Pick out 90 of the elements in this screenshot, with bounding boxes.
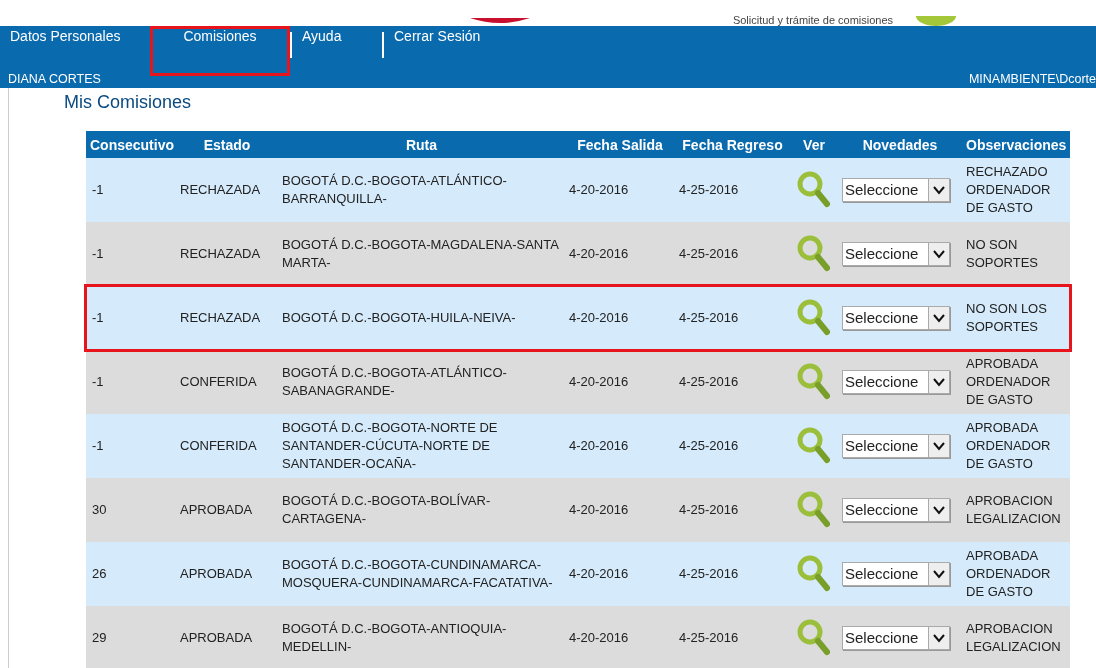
novedades-select[interactable]: Seleccione — [842, 626, 950, 650]
caret-icon — [928, 371, 949, 393]
table-cell: 4-20-2016 — [565, 478, 675, 542]
novedades-select[interactable]: Seleccione — [842, 434, 950, 458]
nav-link[interactable]: Cerrar Sesión — [384, 26, 534, 44]
table-cell: APROBADA ORDENADOR DE GASTO — [962, 542, 1070, 606]
table-cell: BOGOTÁ D.C.-BOGOTA-ATLÁNTICO-SABANAGRANDE- — [278, 350, 565, 414]
novedades-select[interactable]: Seleccione — [842, 178, 950, 202]
table-cell: 4-25-2016 — [675, 414, 790, 478]
table-cell: 29 — [86, 606, 176, 668]
search-icon[interactable] — [797, 235, 831, 273]
column-header: Ruta — [278, 131, 565, 158]
table-cell: APROBADA — [176, 606, 278, 668]
column-header: Novedades — [838, 131, 962, 158]
table-cell: APROBADA — [176, 478, 278, 542]
table-cell: 4-25-2016 — [675, 222, 790, 286]
search-icon[interactable] — [797, 363, 831, 401]
search-icon[interactable] — [797, 171, 831, 209]
table-cell: RECHAZADA — [176, 222, 278, 286]
search-icon[interactable] — [797, 299, 831, 337]
table-cell: BOGOTÁ D.C.-BOGOTA-ATLÁNTICO-BARRANQUILLA- — [278, 158, 565, 222]
table-cell: 4-20-2016 — [565, 350, 675, 414]
table-cell: BOGOTÁ D.C.-BOGOTA-NORTE DE SANTANDER-CÚCUTA-NORTE DE SANTANDER-OCAÑA- — [278, 414, 565, 478]
novedades-select[interactable]: Seleccione — [842, 498, 950, 522]
column-header: Fecha Regreso — [675, 131, 790, 158]
search-icon[interactable] — [797, 619, 831, 657]
table-cell: NO SON SOPORTES — [962, 222, 1070, 286]
caret-icon — [928, 179, 949, 201]
table-cell: 4-25-2016 — [675, 606, 790, 668]
caret-icon — [928, 307, 949, 329]
novedades-select[interactable]: Seleccione — [842, 370, 950, 394]
table-cell: APROBACION LEGALIZACION — [962, 478, 1070, 542]
table-cell: RECHAZADO ORDENADOR DE GASTO — [962, 158, 1070, 222]
table-cell: APROBACION LEGALIZACION — [962, 606, 1070, 668]
caret-icon — [928, 499, 949, 521]
nav-link[interactable]: Ayuda — [292, 26, 382, 44]
table-cell: -1 — [86, 414, 176, 478]
nav-link[interactable]: Datos Personales — [0, 26, 150, 44]
page-title: Mis Comisiones — [64, 92, 193, 113]
table-cell: -1 — [86, 158, 176, 222]
table-cell: 30 — [86, 478, 176, 542]
table-cell: 4-25-2016 — [675, 158, 790, 222]
search-icon[interactable] — [797, 491, 831, 529]
user-name: DIANA CORTES — [8, 72, 101, 86]
header-subtitle: Solicitud y trámite de comisiones — [732, 14, 894, 26]
caret-icon — [928, 243, 949, 265]
caret-icon — [928, 563, 949, 585]
table-cell: NO SON LOS SOPORTES — [962, 286, 1070, 350]
table-cell: 4-25-2016 — [675, 542, 790, 606]
table-cell: BOGOTÁ D.C.-BOGOTA-ANTIOQUIA-MEDELLIN- — [278, 606, 565, 668]
novedades-select[interactable]: Seleccione — [842, 242, 950, 266]
column-header: Fecha Salida — [565, 131, 675, 158]
table-cell: RECHAZADA — [176, 286, 278, 350]
logo-fragment-icon — [470, 18, 530, 26]
search-icon[interactable] — [797, 427, 831, 465]
table-cell: APROBADA — [176, 542, 278, 606]
table-cell: 4-20-2016 — [565, 286, 675, 350]
table-cell: BOGOTÁ D.C.-BOGOTA-CUNDINAMARCA-MOSQUERA-CUNDINAMARCA-FACATATIVA- — [278, 542, 565, 606]
table-cell: 4-20-2016 — [565, 414, 675, 478]
table-cell: 4-20-2016 — [565, 222, 675, 286]
search-icon[interactable] — [797, 555, 831, 593]
table-cell: 26 — [86, 542, 176, 606]
table-cell: BOGOTÁ D.C.-BOGOTA-HUILA-NEIVA- — [278, 286, 565, 350]
table-cell: APROBADA ORDENADOR DE GASTO — [962, 350, 1070, 414]
table-cell: -1 — [86, 222, 176, 286]
table-cell: -1 — [86, 350, 176, 414]
column-header: Ver — [790, 131, 838, 158]
table-cell: 4-20-2016 — [565, 158, 675, 222]
caret-icon — [928, 627, 949, 649]
account-name: MINAMBIENTE\Dcorte — [968, 72, 1096, 86]
table-cell: APROBADA ORDENADOR DE GASTO — [962, 414, 1070, 478]
nav-link[interactable]: Comisiones — [150, 26, 290, 76]
table-cell: 4-25-2016 — [675, 286, 790, 350]
novedades-select[interactable]: Seleccione — [842, 306, 950, 330]
column-header: Observaciones — [962, 131, 1070, 158]
table-cell: CONFERIDA — [176, 414, 278, 478]
table-cell: 4-20-2016 — [565, 606, 675, 668]
table-cell: 4-25-2016 — [675, 350, 790, 414]
table-cell: RECHAZADA — [176, 158, 278, 222]
column-header: Estado — [176, 131, 278, 158]
novedades-select[interactable]: Seleccione — [842, 562, 950, 586]
table-cell: CONFERIDA — [176, 350, 278, 414]
table-cell: 4-20-2016 — [565, 542, 675, 606]
table-cell: 4-25-2016 — [675, 478, 790, 542]
table-cell: BOGOTÁ D.C.-BOGOTA-BOLÍVAR-CARTAGENA- — [278, 478, 565, 542]
table-cell: BOGOTÁ D.C.-BOGOTA-MAGDALENA-SANTA MARTA- — [278, 222, 565, 286]
table-cell: -1 — [86, 286, 176, 350]
logo-fragment-icon — [916, 16, 956, 26]
column-header: Consecutivo — [86, 131, 176, 158]
caret-icon — [928, 435, 949, 457]
